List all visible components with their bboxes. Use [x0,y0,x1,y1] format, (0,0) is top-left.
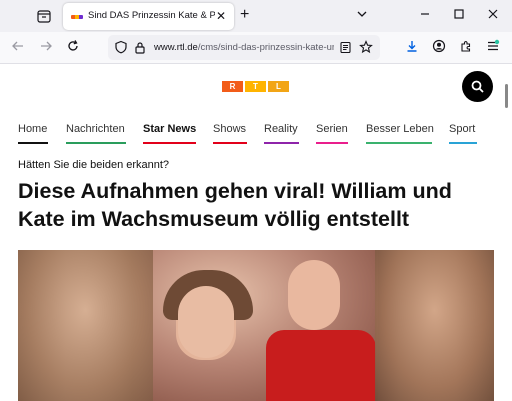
nav-besser-leben-underline [366,142,432,144]
account-icon[interactable] [432,39,446,56]
close-window-icon[interactable] [487,8,499,23]
hero-face-left-skin [178,286,234,358]
minimize-icon[interactable] [419,8,431,23]
nav-star-news[interactable]: Star News [143,123,196,135]
article-headline: Diese Aufnahmen gehen viral! William und… [18,179,452,231]
reader-view-icon[interactable] [339,41,352,59]
nav-nachrichten[interactable]: Nachrichten [66,123,125,135]
tab-title: Sind DAS Prinzessin Kate & Prinz William… [88,10,215,21]
hero-face-right [288,260,340,330]
nav-home[interactable]: Home [18,123,47,135]
nav-besser-leben[interactable]: Besser Leben [366,123,434,135]
nav-reality-underline [264,142,299,144]
rtl-logo[interactable]: R T L [222,81,289,92]
url-text[interactable]: www.rtl.de/cms/sind-das-prinzessin-kate-… [154,42,334,53]
nav-serien-underline [316,142,348,144]
bookmark-star-icon[interactable] [359,40,373,59]
rtl-favicon-icon [71,15,83,19]
page-scrollbar[interactable] [503,64,512,401]
nav-serien[interactable]: Serien [316,123,348,135]
nav-shows[interactable]: Shows [213,123,246,135]
nav-nachrichten-underline [66,142,126,144]
reload-icon[interactable] [66,39,80,56]
logo-letter-r: R [222,81,243,92]
url-bar[interactable]: www.rtl.de/cms/sind-das-prinzessin-kate-… [108,35,380,60]
back-icon[interactable] [11,39,25,56]
lock-icon[interactable] [134,41,146,59]
nav-sport-underline [449,142,477,144]
nav-home-underline [18,142,48,144]
logo-letter-t: T [245,81,266,92]
tab-list-icon[interactable] [36,8,52,24]
shield-icon[interactable] [114,40,128,59]
list-all-tabs-chevron-icon[interactable] [356,8,368,23]
hero-red-uniform [266,330,376,401]
nav-sport[interactable]: Sport [449,123,475,135]
web-page: R T L Home Nachrichten Star News Shows R… [0,64,500,401]
tab-strip: Sind DAS Prinzessin Kate & Prinz William… [0,0,512,32]
app-menu-icon[interactable] [486,39,500,56]
download-icon[interactable] [405,39,419,56]
maximize-icon[interactable] [453,8,465,23]
hero-blurred-left-panel [18,250,153,401]
search-icon [471,80,484,93]
close-tab-icon[interactable]: ✕ [216,9,226,23]
nav-toolbar: www.rtl.de/cms/sind-das-prinzessin-kate-… [0,32,512,64]
forward-icon[interactable] [39,39,53,56]
nav-reality[interactable]: Reality [264,123,298,135]
nav-shows-underline [213,142,247,144]
article-hero-image[interactable] [18,250,494,401]
logo-letter-l: L [268,81,289,92]
new-tab-icon[interactable]: + [240,6,249,24]
nav-star-news-underline [143,142,196,144]
site-search-button[interactable] [462,71,493,102]
active-tab[interactable]: Sind DAS Prinzessin Kate & Prinz William… [63,3,234,30]
scrollbar-thumb[interactable] [505,84,508,108]
hero-blurred-right-panel [375,250,494,401]
article-kicker: Hätten Sie die beiden erkannt? [18,159,170,171]
extensions-icon[interactable] [459,39,473,56]
